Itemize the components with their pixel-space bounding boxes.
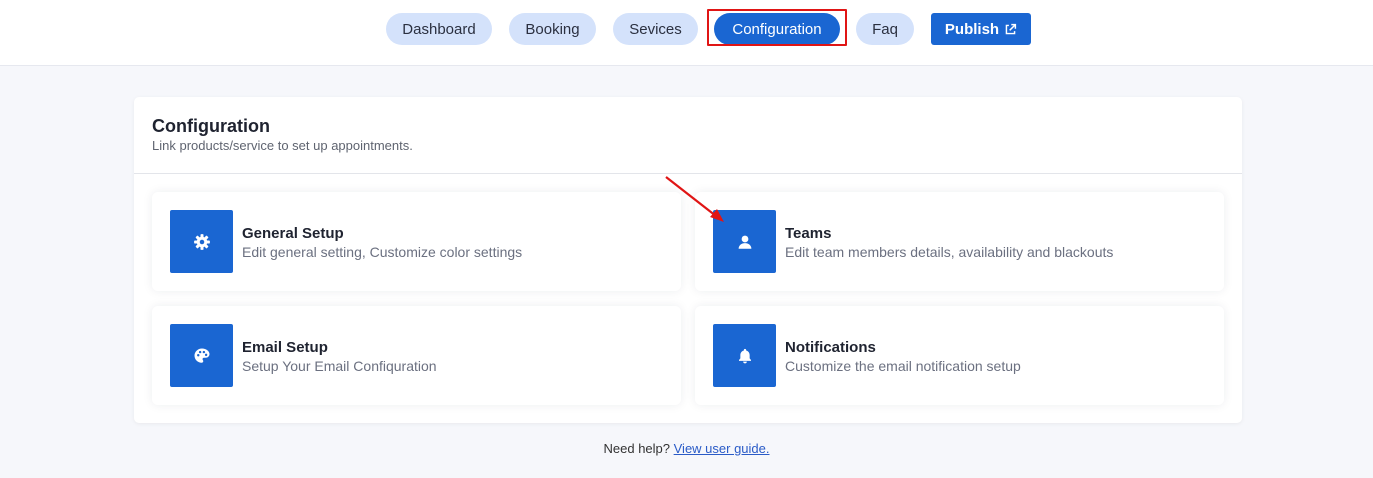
tab-dashboard[interactable]: Dashboard: [386, 13, 492, 45]
email-setup-tile[interactable]: Email Setup Setup Your Email Confiqurati…: [152, 306, 681, 405]
top-nav-bar: Dashboard Booking Sevices Configuration …: [0, 0, 1373, 66]
page-title: Configuration: [152, 116, 270, 136]
palette-icon: [170, 324, 233, 387]
tile-description: Edit general setting, Customize color se…: [242, 244, 523, 260]
configuration-card: Configuration Link products/service to s…: [134, 97, 1242, 423]
tab-configuration[interactable]: Configuration: [714, 13, 840, 45]
tile-description: Setup Your Email Confiquration: [242, 358, 437, 374]
external-link-icon: [1005, 23, 1017, 34]
help-text: Need help?: [603, 441, 671, 456]
user-guide-link[interactable]: View user guide.: [674, 441, 770, 456]
tile-title: Notifications: [785, 339, 876, 356]
bell-icon: [713, 324, 776, 387]
teams-tile[interactable]: Teams Edit team members details, availab…: [695, 192, 1224, 291]
tab-services[interactable]: Sevices: [613, 13, 698, 45]
tile-title: General Setup: [242, 225, 344, 242]
gear-icon: [170, 210, 233, 273]
notifications-tile[interactable]: Notifications Customize the email notifi…: [695, 306, 1224, 405]
publish-button[interactable]: Publish: [931, 13, 1031, 45]
tile-description: Edit team members details, availability …: [785, 244, 1114, 260]
tile-title: Teams: [785, 225, 832, 242]
help-footer: Need help? View user guide.: [0, 441, 1373, 456]
publish-label: Publish: [944, 20, 1000, 38]
card-header: Configuration Link products/service to s…: [134, 97, 1242, 174]
tab-faq[interactable]: Faq: [856, 13, 914, 45]
tile-title: Email Setup: [242, 339, 328, 356]
tile-description: Customize the email notification setup: [785, 358, 1021, 374]
user-icon: [713, 210, 776, 273]
general-setup-tile[interactable]: General Setup Edit general setting, Cust…: [152, 192, 681, 291]
page-subtitle: Link products/service to set up appointm…: [152, 138, 413, 153]
tab-booking[interactable]: Booking: [509, 13, 596, 45]
